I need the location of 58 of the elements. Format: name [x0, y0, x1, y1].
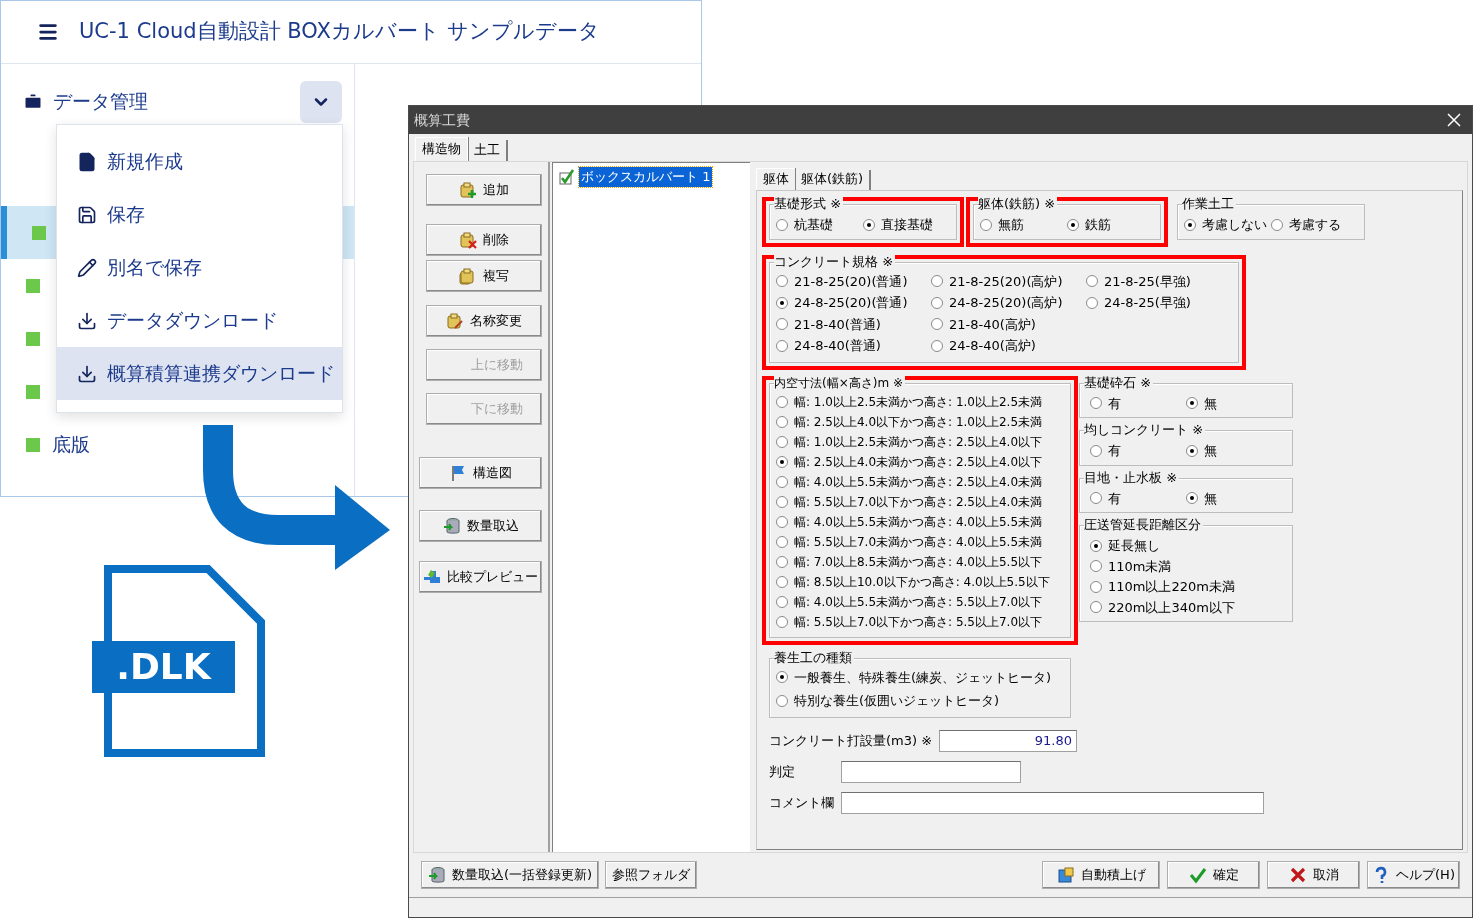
group-title: 均しコンクリート ※ — [1084, 422, 1206, 438]
radio-label: 幅: 1.0以上2.5未満かつ高さ: 2.5以上4.0以下 — [794, 433, 1043, 451]
radio-label: 無 — [1204, 442, 1217, 460]
radio-label: 24-8-25(20)(高炉) — [949, 294, 1063, 312]
group-title: コンクリート規格 ※ — [774, 253, 896, 270]
radio-label: 一般養生、特殊養生(練炭、ジェットヒータ) — [794, 668, 1052, 687]
radio-label: 21-8-25(早強) — [1104, 272, 1191, 291]
radio-label: 幅: 5.5以上7.0以下かつ高さ: 2.5以上4.0未満 — [794, 493, 1043, 511]
group-title: 圧送管延長距離区分 — [1084, 517, 1203, 533]
radio-label: 考慮する — [1289, 216, 1341, 234]
radio-label: 直接基礎 — [881, 216, 933, 234]
group-title: 養生工の種類 — [774, 649, 854, 666]
radio-label: 有 — [1108, 394, 1121, 413]
radio-label: 24-8-25(20)(普通) — [794, 294, 908, 312]
app-title: UC-1 Cloud自動設計 BOXカルバート サンプルデータ — [79, 18, 600, 46]
radio-label: 特別な養生(仮囲いジェットヒータ) — [794, 692, 1000, 710]
radio-label: 21-8-40(普通) — [794, 315, 881, 334]
radio-label: 24-8-40(普通) — [794, 337, 881, 355]
radio-label: 幅: 2.5以上4.0未満かつ高さ: 2.5以上4.0以下 — [794, 453, 1043, 471]
radio-label: 21-8-25(20)(高炉) — [949, 272, 1063, 291]
radio-label: 21-8-40(高炉) — [949, 315, 1036, 334]
radio-label: 無 — [1204, 394, 1217, 413]
radio-label: 110m未満 — [1108, 557, 1172, 576]
radio-label: 幅: 2.5以上4.0以下かつ高さ: 1.0以上2.5未満 — [794, 413, 1043, 431]
radio-label: 幅: 5.5以上7.0未満かつ高さ: 4.0以上5.5未満 — [794, 533, 1043, 551]
group-title: 基礎形式 ※ — [774, 196, 844, 212]
radio-label: 21-8-25(20)(普通) — [794, 272, 908, 291]
radio-label: 鉄筋 — [1085, 216, 1111, 234]
radio-label: 24-8-25(早強) — [1104, 294, 1191, 312]
radio-label: 無 — [1204, 489, 1217, 508]
radio-label: 幅: 4.0以上5.5未満かつ高さ: 5.5以上7.0以下 — [794, 593, 1043, 611]
radio-label: 幅: 7.0以上8.5未満かつ高さ: 4.0以上5.5以下 — [794, 553, 1043, 571]
radio-label: 220m以上340m以下 — [1108, 598, 1235, 617]
radio-label: 幅: 5.5以上7.0以下かつ高さ: 5.5以上7.0以下 — [794, 613, 1043, 631]
radio-label: 考慮しない — [1202, 216, 1267, 234]
radio-label: 杭基礎 — [794, 216, 833, 234]
field-label: 判定 — [769, 762, 796, 781]
radio-label: 延長無し — [1108, 537, 1160, 555]
radio-label: 有 — [1108, 442, 1121, 460]
radio-label: 幅: 4.0以上5.5未満かつ高さ: 2.5以上4.0未満 — [794, 473, 1043, 491]
group-title: 躯体(鉄筋) ※ — [978, 196, 1058, 212]
radio-label: 24-8-40(高炉) — [949, 337, 1036, 355]
window-title: 概算工費 — [414, 110, 471, 130]
radio-label: 有 — [1108, 489, 1121, 508]
group-title: 作業土工 — [1182, 196, 1236, 212]
group-title: 内空寸法(幅×高さ)m ※ — [774, 374, 905, 391]
field-label: コメント欄 — [769, 793, 835, 812]
sidebar-label: 底版 — [52, 432, 90, 458]
group-title: 目地・止水板 ※ — [1084, 469, 1180, 486]
radio-label: 110m以上220m未満 — [1108, 578, 1235, 596]
radio-label: 幅: 8.5以上10.0以下かつ高さ: 4.0以上5.5以下 — [794, 573, 1050, 591]
field-label: コンクリート打設量(m3) ※ — [769, 731, 934, 750]
file-type-label: .DLK — [92, 641, 235, 693]
radio-label: 幅: 4.0以上5.5未満かつ高さ: 4.0以上5.5未満 — [794, 513, 1043, 531]
radio-label: 幅: 1.0以上2.5未満かつ高さ: 1.0以上2.5未満 — [794, 393, 1043, 411]
radio-label: 無筋 — [998, 216, 1024, 234]
group-title: 基礎砕石 ※ — [1084, 374, 1154, 391]
section-title: データ管理 — [53, 89, 149, 115]
